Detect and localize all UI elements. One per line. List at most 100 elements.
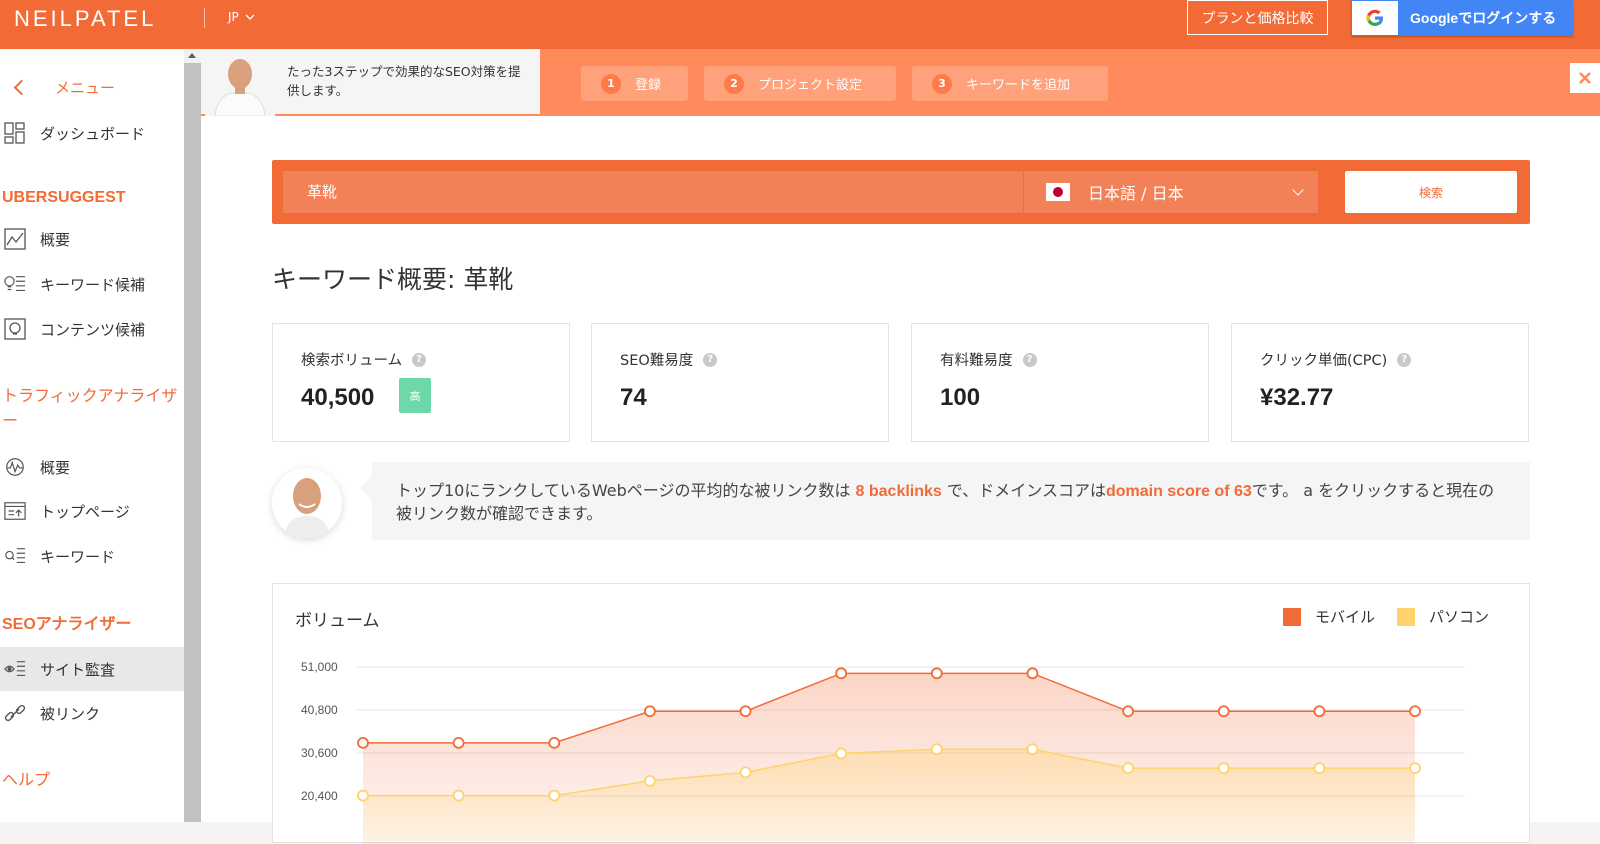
metric-label-text: クリック単価(CPC) — [1260, 353, 1388, 369]
language-select[interactable]: 日本語 / 日本 — [1024, 171, 1318, 213]
tip-pointer — [360, 476, 372, 500]
sidebar-item-label: 概要 — [40, 458, 71, 477]
metric-card-cpc: クリック単価(CPC) ? ¥32.77 — [1231, 323, 1529, 442]
data-point[interactable] — [1409, 762, 1421, 775]
step-number: 2 — [724, 73, 744, 94]
metric-card-paid-difficulty: 有料難易度 ? 100 — [911, 323, 1209, 442]
menu-back-button[interactable]: メニュー — [0, 77, 115, 98]
data-point[interactable] — [1409, 705, 1421, 718]
sidebar-item-label: ダッシュボード — [40, 124, 146, 143]
sidebar-item-content-ideas[interactable]: コンテンツ候補 — [0, 307, 184, 351]
bulb-list-icon — [4, 273, 26, 295]
data-point[interactable] — [452, 736, 465, 749]
language-label: JP — [228, 10, 239, 24]
search-input[interactable]: 革靴 — [283, 171, 1023, 213]
step-label: 登録 — [635, 78, 662, 93]
domain-score-highlight[interactable]: domain score of 63 — [1106, 483, 1252, 500]
logo[interactable]: NEILPATEL — [14, 6, 156, 32]
backlinks-tip: トップ10にランクしているWebページの平均的な被リンク数は 8 backlin… — [272, 462, 1530, 544]
metric-label: SEO難易度 ? — [620, 349, 718, 370]
sidebar-item-keywords[interactable]: キーワード — [0, 534, 184, 578]
sidebar-item-label: 概要 — [40, 230, 71, 249]
step-label: プロジェクト設定 — [758, 78, 863, 93]
tip-text-part: で、ドメインスコアは — [941, 481, 1106, 500]
sidebar-item-label: サイト監査 — [40, 660, 116, 679]
eye-list-icon — [4, 658, 26, 680]
language-switcher[interactable]: JP — [228, 10, 255, 24]
banner-close-button[interactable] — [1570, 63, 1600, 93]
metric-label: クリック単価(CPC) ? — [1260, 349, 1412, 370]
data-point[interactable] — [1313, 762, 1326, 775]
top-bar: NEILPATEL JP プランと価格比較 Googleでログインする — [0, 0, 1600, 49]
sidebar-item-traffic-overview[interactable]: 概要 — [0, 445, 184, 489]
help-icon[interactable]: ? — [703, 352, 718, 367]
sidebar-scrollbar[interactable] — [184, 49, 201, 822]
legend-item-mobile[interactable]: モバイル — [1282, 606, 1375, 627]
banner-text: たった3ステップで効果的なSEO対策を提供します。 — [287, 64, 521, 98]
sidebar-item-top-pages[interactable]: トップページ — [0, 489, 184, 533]
plan-compare-button[interactable]: プランと価格比較 — [1187, 0, 1328, 35]
sidebar-item-backlinks[interactable]: 被リンク — [0, 691, 184, 735]
data-point[interactable] — [357, 789, 369, 802]
sidebar-item-site-audit[interactable]: サイト監査 — [0, 647, 184, 691]
metric-label: 検索ボリューム ? — [301, 349, 427, 370]
data-point[interactable] — [548, 736, 561, 749]
sidebar: メニュー ダッシュボード UBERSUGGEST 概要 キーワード候補 コンテン… — [0, 49, 184, 822]
legend-item-desktop[interactable]: パソコン — [1396, 606, 1489, 627]
data-point[interactable] — [739, 705, 752, 718]
banner-intro: たった3ステップで効果的なSEO対策を提供します。 — [201, 49, 540, 116]
sidebar-item-label: トップページ — [40, 502, 130, 521]
data-point[interactable] — [1313, 705, 1326, 718]
step-project-setup[interactable]: 2 プロジェクト設定 — [704, 66, 896, 101]
step-register[interactable]: 1 登録 — [581, 66, 688, 101]
step-number: 3 — [932, 73, 952, 94]
data-point[interactable] — [452, 789, 465, 802]
content-icon — [4, 318, 26, 340]
data-point[interactable] — [835, 747, 848, 760]
data-point[interactable] — [930, 667, 943, 680]
y-tick-label: 51,000 — [301, 660, 338, 674]
tip-text: トップ10にランクしているWebページの平均的な被リンク数は 8 backlin… — [372, 462, 1530, 540]
help-icon[interactable]: ? — [412, 352, 427, 367]
page-title: キーワード概要: 革靴 — [272, 265, 514, 294]
data-point[interactable] — [548, 789, 561, 802]
sidebar-item-overview[interactable]: 概要 — [0, 217, 184, 261]
section-label: SEOアナライザー — [2, 616, 132, 633]
data-point[interactable] — [1122, 705, 1134, 718]
data-point[interactable] — [644, 705, 656, 718]
avatar — [272, 468, 342, 538]
help-icon[interactable]: ? — [1022, 352, 1037, 367]
data-point[interactable] — [739, 766, 752, 779]
data-point[interactable] — [1026, 667, 1039, 680]
metric-label-text: 検索ボリューム — [301, 353, 403, 369]
metric-value: 100 — [940, 384, 981, 411]
y-tick-label: 20,400 — [301, 789, 338, 803]
data-point[interactable] — [1026, 743, 1039, 756]
step-add-keyword[interactable]: 3 キーワードを追加 — [912, 66, 1108, 101]
metric-value: 74 — [620, 384, 647, 411]
data-point[interactable] — [930, 743, 943, 756]
link-icon — [4, 702, 26, 724]
data-point[interactable] — [1122, 762, 1134, 775]
scroll-up-icon[interactable] — [188, 53, 196, 58]
data-point[interactable] — [644, 774, 656, 787]
data-point[interactable] — [1217, 762, 1230, 775]
metric-value: ¥32.77 — [1260, 384, 1334, 411]
google-icon — [1352, 1, 1398, 35]
help-icon[interactable]: ? — [1397, 352, 1412, 367]
data-point[interactable] — [357, 736, 369, 749]
section-help[interactable]: ヘルプ — [2, 767, 50, 792]
chart-title: ボリューム — [295, 611, 380, 631]
sidebar-item-keyword-ideas[interactable]: キーワード候補 — [0, 262, 184, 306]
sidebar-item-dashboard[interactable]: ダッシュボード — [0, 111, 184, 155]
google-login-button[interactable]: Googleでログインする — [1351, 0, 1573, 36]
backlinks-highlight[interactable]: 8 backlinks — [856, 483, 942, 500]
menu-label: メニュー — [55, 79, 116, 97]
data-point[interactable] — [835, 667, 848, 680]
sidebar-item-label: キーワード — [40, 547, 116, 566]
chevron-down-icon — [245, 14, 255, 20]
top-pages-icon — [4, 500, 26, 522]
data-point[interactable] — [1217, 705, 1230, 718]
search-button[interactable]: 検索 — [1345, 171, 1517, 213]
section-seo-analyzer: SEOアナライザー — [2, 611, 131, 637]
